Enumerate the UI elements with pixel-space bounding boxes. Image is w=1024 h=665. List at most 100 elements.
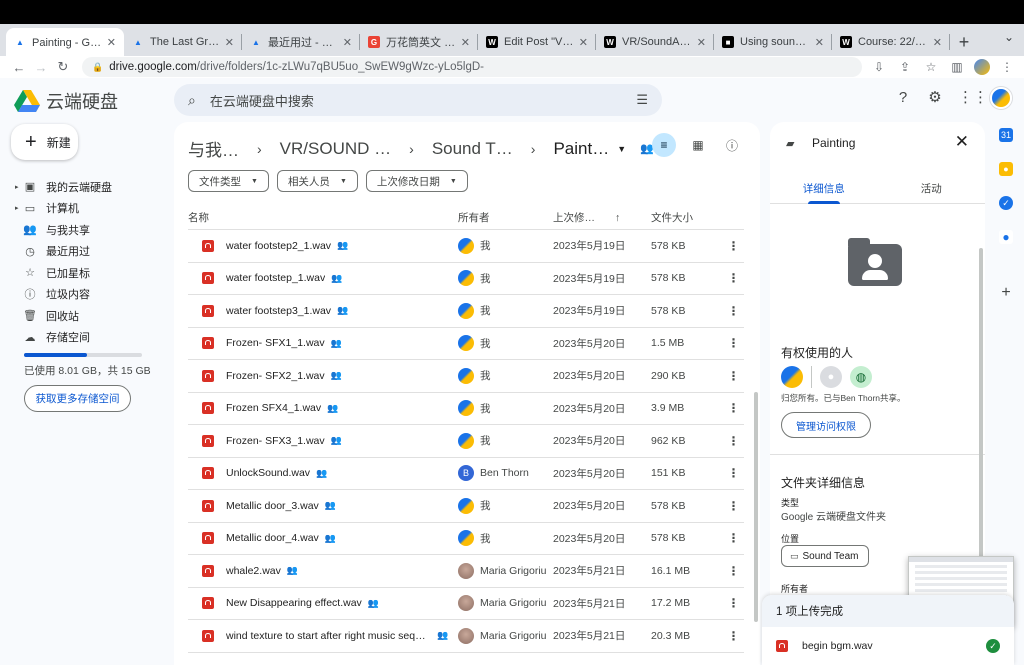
more-actions-icon[interactable]: ⋮ — [723, 564, 744, 578]
more-actions-icon[interactable]: ⋮ — [723, 369, 744, 383]
more-actions-icon[interactable]: ⋮ — [723, 466, 744, 480]
file-row[interactable]: water footstep3_1.wav 👥 我 2023年5月19日 578 KB ⋮ — [188, 295, 744, 328]
new-button[interactable]: + 新建 — [11, 124, 78, 160]
more-actions-icon[interactable]: ⋮ — [723, 401, 744, 415]
forward-icon[interactable]: → — [30, 60, 52, 75]
file-row[interactable]: wind texture to start after right music … — [188, 620, 744, 653]
close-tab-icon[interactable]: ✕ — [933, 36, 942, 49]
install-app-icon[interactable]: ⇩ — [870, 60, 888, 74]
browser-tab[interactable]: G 万花筒英文 - Google 搜索 ✕ — [360, 28, 478, 56]
file-row[interactable]: Metallic door_3.wav 👥 我 2023年5月20日 578 KB ⋮ — [188, 490, 744, 523]
breadcrumb-item[interactable]: Sound T… — [432, 139, 513, 159]
add-addon-icon[interactable]: + — [1001, 284, 1010, 302]
more-actions-icon[interactable]: ⋮ — [723, 304, 744, 318]
sidebar-item[interactable]: ☆ 已加星标 — [0, 262, 160, 284]
browser-tab[interactable]: ▲ 最近用过 - Google 云端硬盘 ✕ — [242, 28, 360, 56]
tab-activity[interactable]: 活动 — [878, 174, 986, 203]
browser-tab[interactable]: W VR/SoundArt, Online ✕ — [596, 28, 714, 56]
manage-access-button[interactable]: 管理访问权限 — [781, 412, 871, 438]
file-row[interactable]: New Disappearing effect.wav 👥 Maria Grigor… — [188, 588, 744, 620]
close-tab-icon[interactable]: ✕ — [461, 36, 470, 49]
person-avatar-icon[interactable]: ● — [820, 366, 842, 388]
tab-details[interactable]: 详细信息 — [770, 174, 878, 204]
close-tab-icon[interactable]: ✕ — [343, 36, 352, 49]
more-actions-icon[interactable]: ⋮ — [723, 629, 744, 643]
file-row[interactable]: whale2.wav 👥 Maria Grigoriu 2023年5月21日 16.1 … — [188, 555, 744, 588]
sidebar-item[interactable]: ⓘ 垃圾内容 — [0, 284, 160, 306]
close-icon[interactable]: ✕ — [955, 132, 969, 152]
get-more-storage-button[interactable]: 获取更多存储空间 — [24, 385, 131, 412]
sidebar-item[interactable]: ▸ ▭ 计算机 — [0, 198, 160, 220]
tab-search-icon[interactable]: ⌄ — [1004, 30, 1014, 44]
more-actions-icon[interactable]: ⋮ — [723, 499, 744, 513]
reload-icon[interactable]: ↻ — [52, 59, 74, 75]
more-actions-icon[interactable]: ⋮ — [723, 271, 744, 285]
close-tab-icon[interactable]: ✕ — [697, 36, 706, 49]
sidebar-item[interactable]: ◷ 最近用过 — [0, 241, 160, 263]
back-icon[interactable]: ← — [8, 60, 30, 75]
owner-avatar[interactable] — [781, 366, 803, 388]
browser-tab[interactable]: ▲ The Last Grimm Tale ✕ — [124, 28, 242, 56]
column-owner[interactable]: 所有者 — [458, 210, 553, 225]
address-bar[interactable]: 🔒 drive.google.com /drive/folders/1c-zLW… — [82, 57, 862, 77]
globe-icon[interactable]: ◍ — [850, 366, 872, 388]
browser-profile-avatar[interactable] — [974, 59, 990, 75]
grid-view-icon[interactable]: ▦ — [686, 133, 710, 157]
close-tab-icon[interactable]: ✕ — [579, 36, 588, 49]
file-row[interactable]: Frozen- SFX3_1.wav 👥 我 2023年5月20日 962 KB ⋮ — [188, 425, 744, 458]
file-row[interactable]: Metallic door_4.wav 👥 我 2023年5月20日 578 KB ⋮ — [188, 523, 744, 555]
expand-arrow-icon[interactable]: ▸ — [15, 183, 23, 191]
filter-people-chip[interactable]: 相关人员 ▼ — [276, 170, 358, 192]
share-icon[interactable]: ⇪ — [896, 60, 914, 74]
bookmark-star-icon[interactable]: ☆ — [922, 60, 940, 74]
file-row[interactable]: water footstep_1.wav 👥 我 2023年5月19日 578 KB ⋮ — [188, 263, 744, 295]
new-tab-icon[interactable]: + — [950, 28, 978, 56]
expand-arrow-icon[interactable]: ▸ — [15, 204, 23, 212]
column-modified[interactable]: 上次修… ↑ — [553, 210, 651, 225]
filter-list-icon[interactable]: ≡ — [652, 133, 676, 157]
close-tab-icon[interactable]: ✕ — [225, 36, 234, 49]
browser-menu-icon[interactable]: ⋮ — [998, 60, 1016, 74]
settings-gear-icon[interactable]: ⚙ — [926, 89, 944, 107]
browser-tab[interactable]: W Course: 22/23 Collab ✕ — [832, 28, 950, 56]
more-actions-icon[interactable]: ⋮ — [723, 531, 744, 545]
column-name[interactable]: 名称 — [188, 210, 458, 225]
breadcrumb-item[interactable]: 与我… — [188, 136, 239, 161]
keep-icon[interactable]: ● — [999, 162, 1013, 176]
upload-item[interactable]: begin bgm.wav ✓ — [762, 627, 1014, 653]
sidebar-item[interactable]: ▸ ▣ 我的云端硬盘 — [0, 176, 160, 198]
browser-tab[interactable]: W Edit Post "VR12–Week ✕ — [478, 28, 596, 56]
location-chip[interactable]: ▭ Sound Team — [781, 545, 870, 567]
calendar-icon[interactable]: 31 — [999, 128, 1013, 142]
sidebar-item[interactable]: 🗑 回收站 — [0, 305, 160, 327]
scrollbar[interactable] — [754, 392, 758, 622]
breadcrumb-item[interactable]: VR/SOUND … — [280, 139, 391, 159]
more-actions-icon[interactable]: ⋮ — [723, 239, 744, 253]
search-bar[interactable]: ⌕ 在云端硬盘中搜索 ☰ — [174, 84, 662, 116]
filter-modified-chip[interactable]: 上次修改日期 ▼ — [365, 170, 468, 192]
help-icon[interactable]: ? — [894, 89, 912, 107]
info-icon[interactable]: ⓘ — [720, 133, 744, 157]
contacts-icon[interactable]: ● — [999, 230, 1013, 244]
column-size[interactable]: 文件大小 — [651, 210, 723, 225]
tasks-icon[interactable]: ✓ — [999, 196, 1013, 210]
close-tab-icon[interactable]: ✕ — [107, 36, 116, 49]
file-row[interactable]: Frozen SFX4_1.wav 👥 我 2023年5月20日 3.9 MB ⋮ — [188, 393, 744, 425]
search-icon[interactable]: ⌕ — [188, 92, 196, 109]
close-tab-icon[interactable]: ✕ — [815, 36, 824, 49]
more-actions-icon[interactable]: ⋮ — [723, 336, 744, 350]
file-row[interactable]: Frozen- SFX1_1.wav 👥 我 2023年5月20日 1.5 MB ⋮ — [188, 328, 744, 360]
account-avatar[interactable] — [990, 87, 1012, 109]
file-row[interactable]: UnlockSound.wav 👥 B Ben Thorn 2023年5月20日 151 … — [188, 458, 744, 490]
apps-grid-icon[interactable]: ⋮⋮ — [958, 89, 988, 107]
more-actions-icon[interactable]: ⋮ — [723, 596, 744, 610]
breadcrumb-current[interactable]: Paint… — [553, 139, 609, 159]
search-options-icon[interactable]: ☰ — [636, 92, 648, 108]
sort-arrow-up-icon[interactable]: ↑ — [615, 212, 620, 224]
side-panel-icon[interactable]: ▥ — [948, 60, 966, 74]
filter-type-chip[interactable]: 文件类型 ▼ — [188, 170, 269, 192]
sidebar-item[interactable]: 👥 与我共享 — [0, 219, 160, 241]
caret-down-icon[interactable]: ▼ — [617, 144, 626, 154]
drive-logo[interactable]: 云端硬盘 — [14, 88, 118, 114]
browser-tab[interactable]: ■ Using sound design ✕ — [714, 28, 832, 56]
